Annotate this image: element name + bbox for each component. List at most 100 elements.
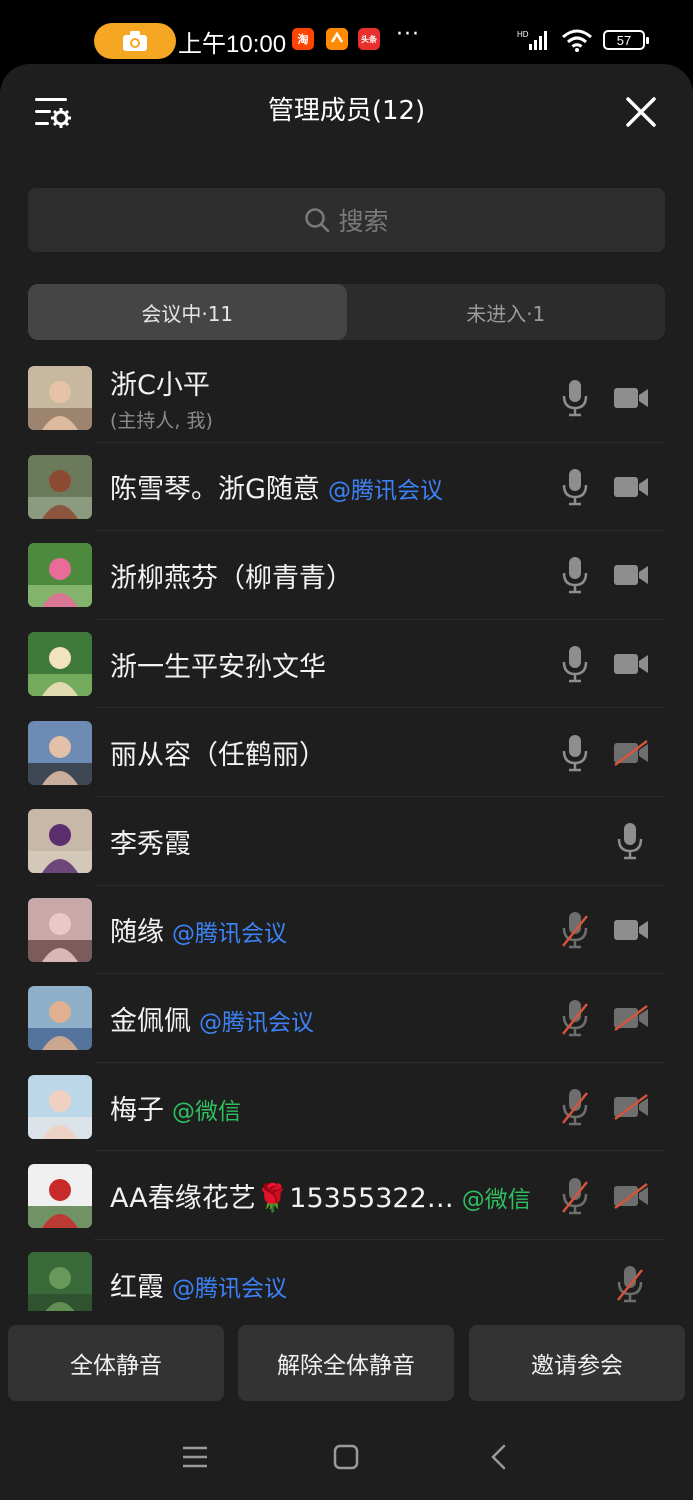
avatar [28, 986, 92, 1051]
member-name: 梅子 [110, 1094, 164, 1126]
member-row[interactable]: 随缘 @腾讯会议 [0, 886, 693, 975]
member-info: 李秀霞 [110, 822, 603, 861]
video-camera-icon[interactable] [613, 385, 649, 411]
member-name: 浙C小平 [110, 370, 210, 402]
member-info: 浙柳燕芬（柳青青） [110, 556, 548, 595]
avatar [28, 454, 92, 519]
member-name: 随缘 [110, 917, 164, 949]
camera-icon [123, 31, 147, 51]
video-camera-icon[interactable] [613, 474, 649, 500]
wifi-icon [562, 29, 592, 52]
mic-icon[interactable] [560, 733, 590, 773]
video-camera-off-icon[interactable] [613, 1182, 649, 1209]
status-bar: 上午10:00 淘 头条 ··· HD 57 [0, 0, 693, 64]
member-info: 浙C小平 (主持人, 我) [110, 363, 548, 433]
toutiao-icon: 头条 [358, 28, 380, 50]
invite-button[interactable]: 邀请参会 [469, 1325, 685, 1401]
mic-icon[interactable] [560, 378, 590, 418]
member-info: 梅子 @微信 [110, 1088, 548, 1127]
video-camera-icon[interactable] [613, 917, 649, 943]
member-row[interactable]: 金佩佩 @腾讯会议 [0, 974, 693, 1063]
svg-text:HD: HD [517, 30, 529, 39]
system-nav-bar [0, 1416, 693, 1500]
video-camera-icon[interactable] [613, 651, 649, 677]
mic-icon[interactable] [560, 555, 590, 595]
mic-muted-icon[interactable] [560, 910, 590, 950]
status-time: 上午10:00 [178, 31, 287, 58]
video-camera-off-icon[interactable] [613, 1005, 649, 1032]
mic-muted-icon[interactable] [560, 1087, 590, 1127]
member-info: 随缘 @腾讯会议 [110, 910, 548, 949]
member-info: 陈雪琴。浙G随意 @腾讯会议 [110, 467, 548, 506]
member-source-tag: @微信 [172, 1098, 241, 1125]
mute-all-button[interactable]: 全体静音 [8, 1325, 224, 1401]
mic-muted-icon[interactable] [615, 1264, 645, 1304]
pay-icon [326, 28, 348, 50]
more-notifications: ··· [396, 22, 420, 47]
member-source-tag: @腾讯会议 [327, 478, 443, 505]
member-source-tag: @微信 [461, 1187, 531, 1214]
avatar [28, 632, 92, 697]
member-info: 金佩佩 @腾讯会议 [110, 999, 548, 1038]
member-status-tabs: 会议中·11 未进入·1 [28, 284, 665, 340]
unmute-all-button[interactable]: 解除全体静音 [238, 1325, 454, 1401]
screen-recording-indicator[interactable] [94, 23, 176, 59]
panel-header: 管理成员(12) [0, 64, 693, 158]
tab-in-meeting[interactable]: 会议中·11 [28, 284, 347, 340]
member-info: 丽从容（任鹤丽） [110, 733, 548, 772]
search-placeholder: 搜索 [338, 207, 389, 236]
member-row[interactable]: 丽从容（任鹤丽） [0, 708, 693, 797]
avatar [28, 809, 92, 874]
mic-icon[interactable] [560, 644, 590, 684]
avatar [28, 1075, 92, 1140]
avatar [28, 720, 92, 785]
member-source-tag: @腾讯会议 [172, 921, 287, 948]
tab-not-joined[interactable]: 未进入·1 [347, 284, 666, 340]
member-row[interactable]: 浙一生平安孙文华 [0, 620, 693, 709]
video-camera-icon[interactable] [613, 562, 649, 588]
mic-muted-icon[interactable] [560, 1176, 590, 1216]
home-icon[interactable] [331, 1442, 361, 1472]
menu-icon[interactable] [180, 1442, 210, 1472]
member-name: 李秀霞 [110, 828, 191, 860]
avatar [28, 366, 92, 431]
member-name: 丽从容（任鹤丽） [110, 740, 326, 772]
mic-muted-icon[interactable] [560, 998, 590, 1038]
avatar [28, 1163, 92, 1228]
member-source-tag: @腾讯会议 [172, 1275, 287, 1302]
member-row[interactable]: 浙柳燕芬（柳青青） [0, 531, 693, 620]
signal-icon: HD [517, 30, 547, 50]
member-row[interactable]: 梅子 @微信 [0, 1063, 693, 1152]
back-icon[interactable] [484, 1442, 514, 1472]
member-row[interactable]: 红霞 @腾讯会议 [0, 1240, 693, 1311]
bulk-actions-bar: 全体静音 解除全体静音 邀请参会 [0, 1311, 693, 1416]
member-name: 红霞 [110, 1271, 164, 1303]
video-camera-off-icon[interactable] [613, 739, 649, 766]
member-name: AA春缘花艺🌹15355322… [110, 1183, 454, 1215]
close-icon[interactable] [625, 96, 657, 128]
member-role: (主持人, 我) [110, 410, 213, 433]
member-row[interactable]: AA春缘花艺🌹15355322… @微信 [0, 1151, 693, 1240]
member-source-tag: @腾讯会议 [199, 1009, 314, 1036]
member-list[interactable]: 浙C小平 (主持人, 我) 陈雪琴。浙G随意 @腾讯会议 浙柳燕芬（柳青青） 浙一生平安孙… [0, 354, 693, 1311]
member-row[interactable]: 陈雪琴。浙G随意 @腾讯会议 [0, 443, 693, 532]
avatar [28, 543, 92, 608]
member-name: 浙柳燕芬（柳青青） [110, 562, 353, 594]
mic-icon[interactable] [560, 467, 590, 507]
member-name: 金佩佩 [110, 1005, 191, 1037]
manage-members-panel: 管理成员(12) 搜索 会议中·11 未进入·1 浙C小平 (主持人, 我) 陈雪琴… [0, 64, 693, 1416]
avatar [28, 897, 92, 962]
member-row[interactable]: 浙C小平 (主持人, 我) [0, 354, 693, 443]
mic-icon[interactable] [615, 821, 645, 861]
member-info: 浙一生平安孙文华 [110, 645, 548, 684]
taobao-icon: 淘 [292, 28, 314, 50]
member-info: 红霞 @腾讯会议 [110, 1265, 603, 1304]
member-name: 陈雪琴。浙G随意 [110, 474, 320, 506]
member-row[interactable]: 李秀霞 [0, 797, 693, 886]
search-icon [305, 208, 330, 233]
search-input[interactable]: 搜索 [28, 188, 665, 252]
avatar [28, 1252, 92, 1311]
battery-indicator: 57 [603, 30, 649, 50]
member-info: AA春缘花艺🌹15355322… @微信 [110, 1176, 548, 1215]
video-camera-off-icon[interactable] [613, 1094, 649, 1121]
